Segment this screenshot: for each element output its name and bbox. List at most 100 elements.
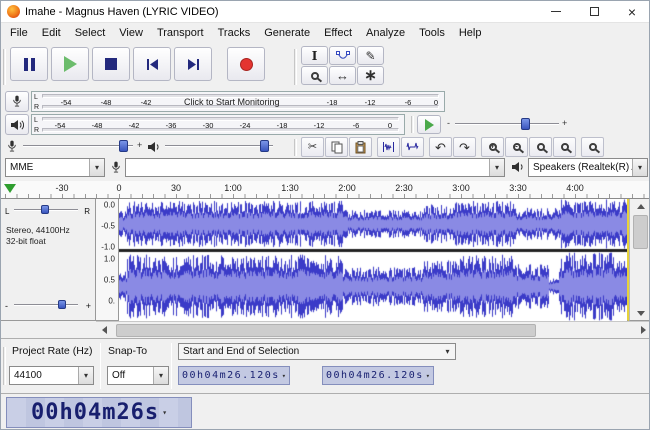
pan-slider[interactable] <box>14 204 78 216</box>
play-volume-slider[interactable] <box>165 138 273 154</box>
scroll-up-button[interactable] <box>630 199 650 213</box>
menu-view[interactable]: View <box>112 23 150 43</box>
draw-tool-button[interactable]: ✎ <box>357 46 384 65</box>
recording-device-select[interactable]: ▾ <box>125 158 505 177</box>
vertical-scrollbar[interactable] <box>629 199 650 321</box>
timeline-label: -30 <box>55 183 68 193</box>
skip-to-end-button[interactable] <box>174 47 212 81</box>
zoom-out-button[interactable]: - <box>505 137 528 157</box>
skip-to-start-icon <box>146 59 159 70</box>
selection-tool-button[interactable]: I <box>301 46 328 65</box>
cut-icon: ✂ <box>308 142 317 153</box>
skip-to-start-button[interactable] <box>133 47 171 81</box>
slider-thumb[interactable] <box>260 140 269 152</box>
undo-button[interactable]: ↶ <box>429 137 452 157</box>
menu-generate[interactable]: Generate <box>257 23 317 43</box>
scroll-down-button[interactable] <box>630 306 650 320</box>
vertical-scroll-thumb[interactable] <box>633 215 648 249</box>
menu-effect[interactable]: Effect <box>317 23 359 43</box>
menu-tools[interactable]: Tools <box>412 23 452 43</box>
speed-toolbar-grip[interactable] <box>411 116 414 133</box>
playback-meter[interactable]: L R -54 -48 -42 -36 -30 -24 -18 -12 -6 0 <box>31 114 405 135</box>
timeline-ruler[interactable]: -30 0 30 1:00 1:30 2:00 2:30 3:00 3:30 4… <box>1 181 650 199</box>
play-speed-slider[interactable] <box>455 116 559 132</box>
selection-mode-select[interactable]: Start and End of Selection ▾ <box>178 343 456 360</box>
menu-file[interactable]: File <box>3 23 35 43</box>
menu-edit[interactable]: Edit <box>35 23 68 43</box>
selection-tool-icon: I <box>312 50 318 62</box>
meter-scale-label: -42 <box>129 121 140 130</box>
cut-button[interactable]: ✂ <box>301 137 324 157</box>
vertical-scale-ruler[interactable]: 0.0 -0.5 -1.0 1.0 0.5 0. <box>96 199 119 321</box>
horizontal-scroll-thumb[interactable] <box>116 324 536 337</box>
playback-device-value: Speakers (Realtek(R) Au <box>529 162 632 173</box>
edit-toolbar-grip[interactable] <box>294 139 297 156</box>
zoom-tool-button[interactable] <box>301 66 328 85</box>
selection-toolbar-grip[interactable] <box>3 347 6 385</box>
timeshift-tool-button[interactable]: ↔ <box>329 66 356 85</box>
play-at-speed-button[interactable] <box>417 115 441 134</box>
track-waveform-area[interactable] <box>119 199 629 321</box>
stop-icon <box>105 58 117 70</box>
selection-start-time[interactable]: 00h04m26.120s ▾ <box>178 366 290 385</box>
play-meter-button[interactable] <box>5 114 29 135</box>
menu-transport[interactable]: Transport <box>150 23 211 43</box>
fit-selection-button[interactable] <box>529 137 552 157</box>
menu-analyze[interactable]: Analyze <box>359 23 412 43</box>
envelope-tool-icon <box>336 50 350 62</box>
pause-button[interactable] <box>10 47 48 81</box>
record-volume-slider[interactable] <box>23 138 133 154</box>
envelope-tool-button[interactable] <box>329 46 356 65</box>
transport-toolbar-grip[interactable] <box>3 49 6 85</box>
record-button[interactable] <box>227 47 265 81</box>
play-button[interactable] <box>51 47 89 81</box>
paste-button[interactable] <box>349 137 372 157</box>
tools-toolbar-grip[interactable] <box>294 49 297 85</box>
slider-thumb[interactable] <box>58 300 66 309</box>
audio-host-select[interactable]: MME ▾ <box>5 158 105 177</box>
maximize-button[interactable] <box>575 1 613 22</box>
menu-select[interactable]: Select <box>68 23 113 43</box>
minimize-button[interactable] <box>537 1 575 22</box>
multi-tool-button[interactable]: ∗ <box>357 66 384 85</box>
scroll-right-button[interactable] <box>635 322 650 338</box>
timeshift-tool-icon: ↔ <box>336 69 349 82</box>
record-meter-right-label: R <box>34 104 39 111</box>
silence-audio-icon <box>406 141 419 153</box>
recording-meter[interactable]: L R -54 -48 -42 Click to Start Monitorin… <box>31 91 445 112</box>
selection-end-time[interactable]: 00h04m26.120s ▾ <box>322 366 434 385</box>
menu-tracks[interactable]: Tracks <box>211 23 258 43</box>
scroll-left-button[interactable] <box>96 322 112 338</box>
project-rate-select[interactable]: 44100 ▾ <box>9 366 94 385</box>
record-meter-button[interactable] <box>5 91 29 112</box>
trim-audio-button[interactable] <box>377 137 400 157</box>
slider-track <box>23 145 133 147</box>
copy-button[interactable] <box>325 137 348 157</box>
slider-thumb[interactable] <box>41 205 49 214</box>
timeline-label: 30 <box>171 183 181 193</box>
monitoring-hint-label[interactable]: Click to Start Monitoring <box>184 97 280 107</box>
zoom-toggle-button[interactable] <box>581 137 604 157</box>
silence-audio-button[interactable] <box>401 137 424 157</box>
playback-device-select[interactable]: Speakers (Realtek(R) Au ▾ <box>528 158 648 177</box>
close-button[interactable]: × <box>613 1 650 22</box>
waveform[interactable] <box>119 199 627 321</box>
slider-thumb[interactable] <box>521 118 530 130</box>
timeline-pin-icon[interactable] <box>4 184 16 193</box>
play-meter-left-label: L <box>34 117 38 124</box>
horizontal-scrollbar[interactable] <box>96 321 650 338</box>
chevron-down-icon: ▾ <box>440 344 455 359</box>
slider-thumb[interactable] <box>119 140 128 152</box>
gain-slider[interactable] <box>14 299 78 311</box>
stop-button[interactable] <box>92 47 130 81</box>
menu-help[interactable]: Help <box>452 23 489 43</box>
zoom-in-button[interactable]: + <box>481 137 504 157</box>
track-control-panel[interactable]: L R Stereo, 44100Hz 32-bit float - + <box>1 199 96 321</box>
audio-position-display[interactable]: 00h04m26s ▾ <box>6 397 192 428</box>
title-bar: Imahe - Magnus Haven (LYRIC VIDEO) × <box>1 1 650 23</box>
timeline-label: 0 <box>116 183 121 193</box>
fit-project-button[interactable] <box>553 137 576 157</box>
redo-button[interactable]: ↷ <box>453 137 476 157</box>
snap-to-select[interactable]: Off ▾ <box>107 366 169 385</box>
trim-audio-icon <box>382 141 395 153</box>
